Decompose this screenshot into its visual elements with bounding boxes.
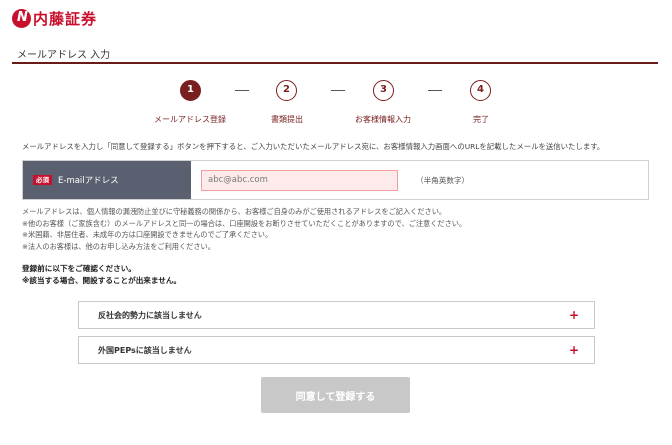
email-hint: （半角英数字） xyxy=(416,175,470,185)
step-1-label: メールアドレス登録 xyxy=(154,115,226,124)
step-2-label: 書類提出 xyxy=(271,115,303,124)
step-separator xyxy=(331,90,345,91)
note-line: ※他のお客様（ご家族含む）のメールアドレスと同一の場合は、口座開設をお断りさせて… xyxy=(22,218,467,228)
logo-mark-icon: N xyxy=(12,9,31,28)
agree-register-button[interactable]: 同意して登録する xyxy=(261,377,410,413)
brand-logo[interactable]: N 内藤証券 xyxy=(12,8,97,29)
email-form-row: 必須 E-mailアドレス （半角英数字） xyxy=(22,160,649,200)
instruction-text: メールアドレスを入力し「同意して登録する」ボタンを押下すると、ご入力いただいたメ… xyxy=(22,142,605,151)
page-title: メールアドレス 入力 xyxy=(17,50,111,61)
step-3-label: お客様情報入力 xyxy=(355,115,411,124)
note-line: メールアドレスは、個人情報の漏洩防止並びに守秘義務の関係から、お客様ご自身のみが… xyxy=(22,207,447,216)
accordion-label: 外国PEPsに該当しません xyxy=(98,345,192,355)
confirm-line-2: ※該当する場合、開設することが出来ません。 xyxy=(22,276,182,285)
progress-steps: 1 メールアドレス登録 2 書類提出 3 お客様情報入力 4 完了 xyxy=(0,80,672,126)
brand-name: 内藤証券 xyxy=(33,10,98,28)
plus-icon[interactable]: + xyxy=(569,344,579,356)
notes: メールアドレスは、個人情報の漏洩防止並びに守秘義務の関係から、お客様ご自身のみが… xyxy=(22,206,466,252)
required-badge: 必須 xyxy=(33,174,52,186)
step-2-circle: 2 xyxy=(276,80,297,101)
accordion-label: 反社会的勢力に該当しません xyxy=(98,310,202,320)
step-4-circle: 4 xyxy=(470,80,491,101)
note-line: ※米国籍、非居住者、未成年の方は口座開設できませんのでご了承ください。 xyxy=(22,230,273,239)
step-separator xyxy=(235,90,249,91)
step-3-circle: 3 xyxy=(373,80,394,101)
plus-icon[interactable]: + xyxy=(569,309,579,321)
step-1-circle: 1 xyxy=(180,80,201,101)
note-line: ※法人のお客様は、他のお申し込み方法をご利用ください。 xyxy=(22,241,215,251)
accordion-antisocial[interactable]: 反社会的勢力に該当しません + xyxy=(78,301,595,329)
confirm-notice: 登録前に以下をご確認ください。 ※該当する場合、開設することが出来ません。 xyxy=(22,263,181,287)
step-4-label: 完了 xyxy=(473,115,489,124)
step-separator xyxy=(428,90,442,91)
email-input-cell: （半角英数字） xyxy=(191,161,648,199)
title-divider xyxy=(12,62,658,64)
accordion-foreign-peps[interactable]: 外国PEPsに該当しません + xyxy=(78,336,595,364)
confirm-line-1: 登録前に以下をご確認ください。 xyxy=(22,264,136,273)
email-input[interactable] xyxy=(201,169,398,191)
email-label: E-mailアドレス xyxy=(58,176,119,186)
email-label-cell: 必須 E-mailアドレス xyxy=(23,161,191,199)
